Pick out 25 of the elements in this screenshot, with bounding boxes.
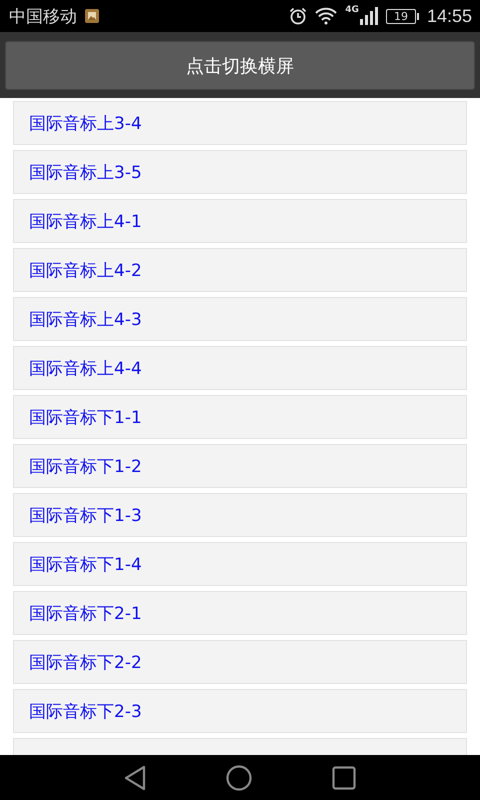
network-type: 4G — [345, 5, 359, 15]
list-item[interactable]: 国际音标上4-3 — [13, 297, 467, 341]
list-item[interactable]: 国际音标下2-1 — [13, 591, 467, 635]
battery-level: 19 — [386, 8, 416, 24]
list-item[interactable]: 国际音标下1-4 — [13, 542, 467, 586]
alarm-icon — [289, 7, 308, 25]
list-item[interactable]: 国际音标上4-4 — [13, 346, 467, 390]
list-item[interactable]: 国际音标下1-1 — [13, 395, 467, 439]
list-item[interactable]: 国际音标上4-1 — [13, 199, 467, 243]
list-item[interactable]: 国际音标上4-2 — [13, 248, 467, 292]
picture-notification-icon — [85, 9, 99, 23]
list-item[interactable]: 国际音标下2-3 — [13, 689, 467, 733]
home-icon[interactable] — [226, 764, 252, 790]
signal-icon — [360, 7, 378, 25]
rotate-landscape-button[interactable]: 点击切换横屏 — [5, 41, 475, 90]
list-item[interactable]: 国际音标上3-5 — [13, 150, 467, 194]
list-item[interactable]: 国际音标下2-2 — [13, 640, 467, 684]
wifi-icon — [315, 7, 338, 25]
carrier-name: 中国移动 — [9, 6, 77, 28]
clock-time: 14:55 — [426, 6, 472, 26]
back-icon[interactable] — [124, 764, 146, 790]
list-item[interactable]: 国际音标下1-3 — [13, 493, 467, 537]
list-item[interactable]: 国际音标上3-4 — [13, 101, 467, 145]
recent-apps-icon[interactable] — [332, 766, 356, 790]
list-item[interactable]: 国际音标下1-2 — [13, 444, 467, 488]
